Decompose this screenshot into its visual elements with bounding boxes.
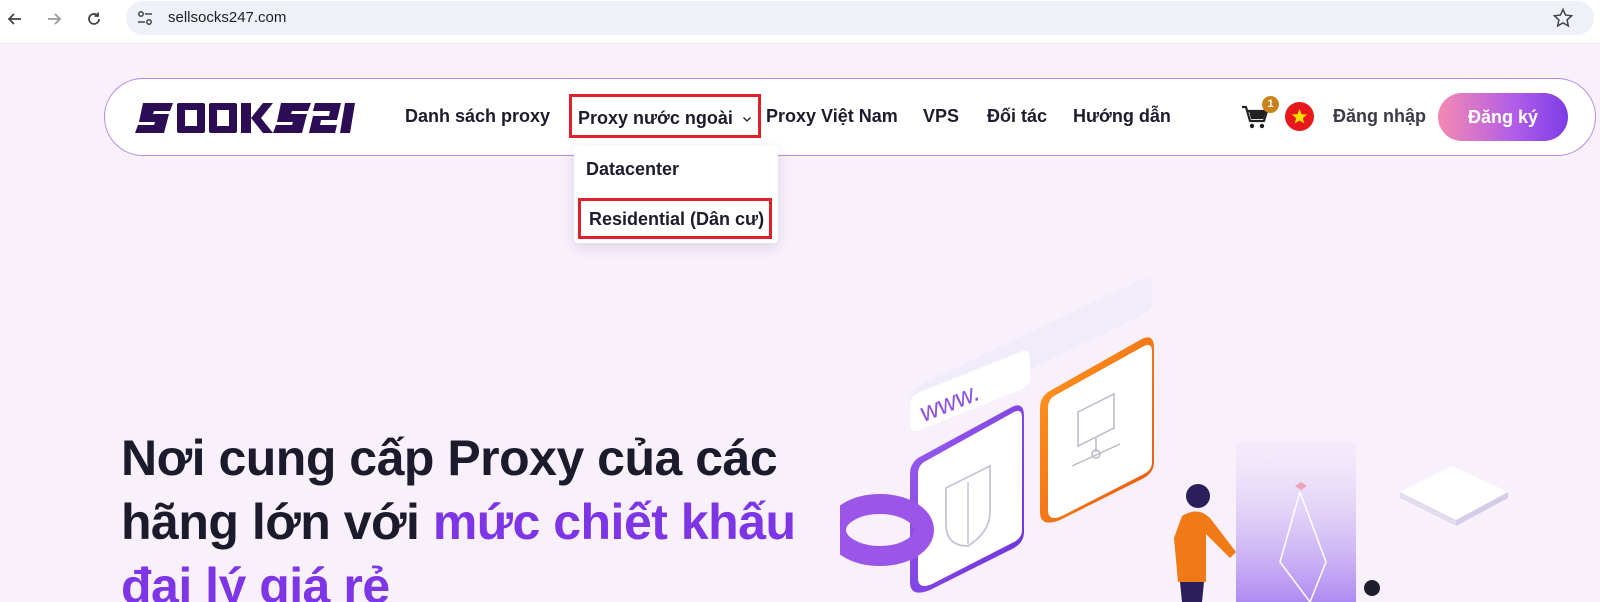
vietnam-flag-icon[interactable] bbox=[1285, 102, 1314, 131]
proxy-nuoc-ngoai-dropdown: Datacenter Residential (Dân cư) bbox=[574, 146, 778, 243]
chevron-down-icon bbox=[742, 117, 751, 123]
nav-proxy-nuoc-ngoai[interactable]: Proxy nước ngoài bbox=[569, 94, 761, 138]
nav-proxy-nuoc-ngoai-label: Proxy nước ngoài bbox=[578, 108, 733, 128]
hero-title-accent-line3: đại lý giá rẻ bbox=[121, 558, 390, 602]
signup-button[interactable]: Đăng ký bbox=[1438, 93, 1568, 141]
hero-title-line1: Nơi cung cấp Proxy của các bbox=[121, 430, 778, 486]
dropdown-item-datacenter[interactable]: Datacenter bbox=[586, 159, 679, 180]
tune-icon[interactable] bbox=[136, 9, 154, 27]
nav-huong-dan[interactable]: Hướng dẫn bbox=[1073, 106, 1171, 127]
url-text[interactable]: sellsocks247.com bbox=[168, 9, 286, 26]
socks247-logo[interactable] bbox=[135, 101, 355, 135]
hero-title-line2: hãng lớn với bbox=[121, 494, 433, 550]
reload-button[interactable] bbox=[81, 6, 107, 32]
nav-proxy-viet-nam[interactable]: Proxy Việt Nam bbox=[766, 106, 898, 127]
arrow-left-icon bbox=[7, 13, 21, 25]
nav-vps[interactable]: VPS bbox=[923, 106, 959, 127]
nav-danh-sach-proxy[interactable]: Danh sách proxy bbox=[405, 106, 550, 127]
star-icon[interactable] bbox=[1552, 7, 1574, 29]
cart-count-badge: 1 bbox=[1262, 96, 1279, 113]
nav-doi-tac[interactable]: Đối tác bbox=[987, 106, 1047, 127]
hero-title-accent: mức chiết khấu bbox=[432, 494, 796, 550]
login-link[interactable]: Đăng nhập bbox=[1333, 106, 1426, 127]
address-bar[interactable]: sellsocks247.com bbox=[126, 1, 1594, 35]
hero-illustration: www. bbox=[840, 278, 1508, 602]
browser-toolbar: sellsocks247.com bbox=[0, 0, 1600, 44]
site-header: Danh sách proxy Proxy nước ngoài Proxy V… bbox=[104, 78, 1596, 156]
dropdown-item-residential[interactable]: Residential (Dân cư) bbox=[578, 198, 772, 239]
hero-title: Nơi cung cấp Proxy của các hãng lớn với … bbox=[121, 426, 821, 602]
arrow-right-icon bbox=[48, 13, 62, 25]
back-button[interactable] bbox=[2, 6, 28, 32]
reload-icon bbox=[88, 12, 100, 25]
forward-button[interactable] bbox=[41, 6, 67, 32]
